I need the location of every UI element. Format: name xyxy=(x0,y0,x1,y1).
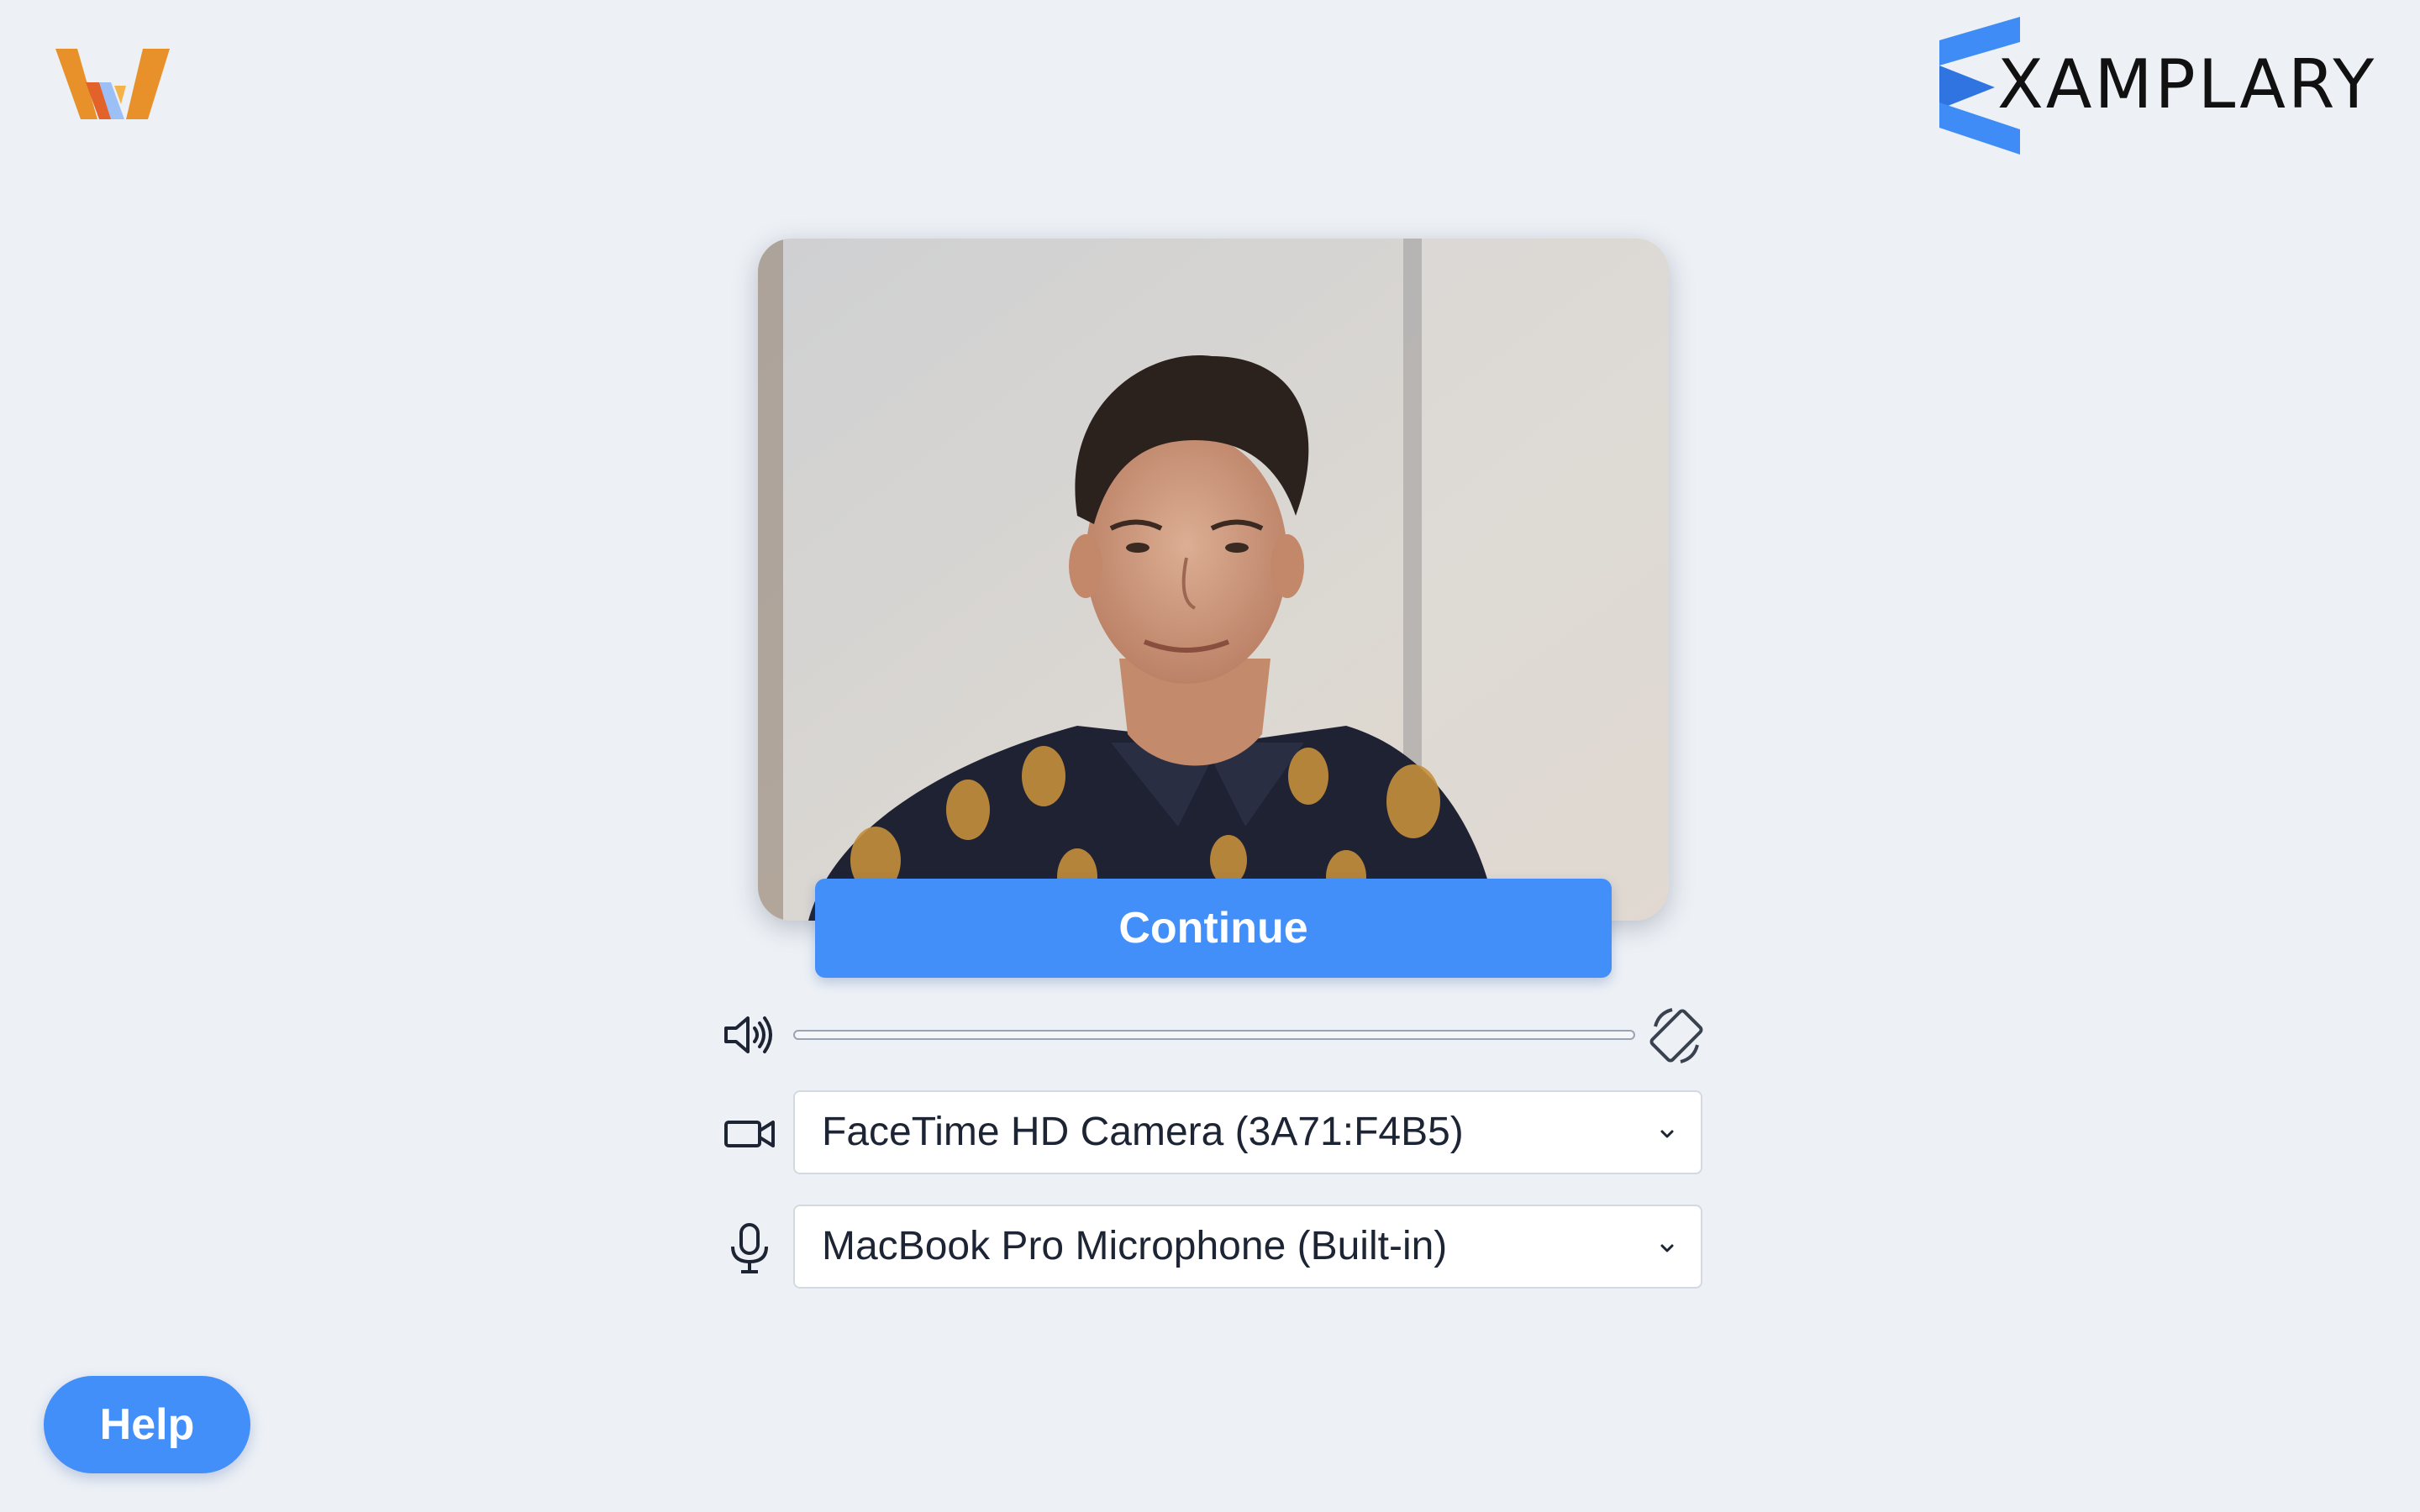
chevron-down-icon xyxy=(1660,1130,1674,1138)
examplary-wordmark: XAMPLARY xyxy=(1997,45,2377,123)
chevron-down-icon xyxy=(1660,1244,1674,1252)
volume-level-meter xyxy=(793,1030,1635,1040)
help-button[interactable]: Help xyxy=(44,1376,250,1473)
speaker-icon xyxy=(724,1016,772,1053)
microphone-icon xyxy=(731,1223,768,1273)
w-logo xyxy=(55,44,173,124)
camera-select[interactable]: FaceTime HD Camera (3A71:F4B5) xyxy=(793,1090,1702,1174)
w-logo-icon xyxy=(55,49,170,119)
examplary-logo: XAMPLARY xyxy=(1936,15,2377,155)
rotate-icon[interactable] xyxy=(1647,1006,1706,1065)
continue-button[interactable]: Continue xyxy=(815,879,1612,978)
microphone-select[interactable]: MacBook Pro Microphone (Built-in) xyxy=(793,1205,1702,1289)
microphone-select-value: MacBook Pro Microphone (Built-in) xyxy=(822,1224,1448,1268)
webcam-preview xyxy=(758,239,1669,921)
video-camera-icon xyxy=(724,1121,775,1147)
camera-select-value: FaceTime HD Camera (3A71:F4B5) xyxy=(822,1110,1464,1154)
